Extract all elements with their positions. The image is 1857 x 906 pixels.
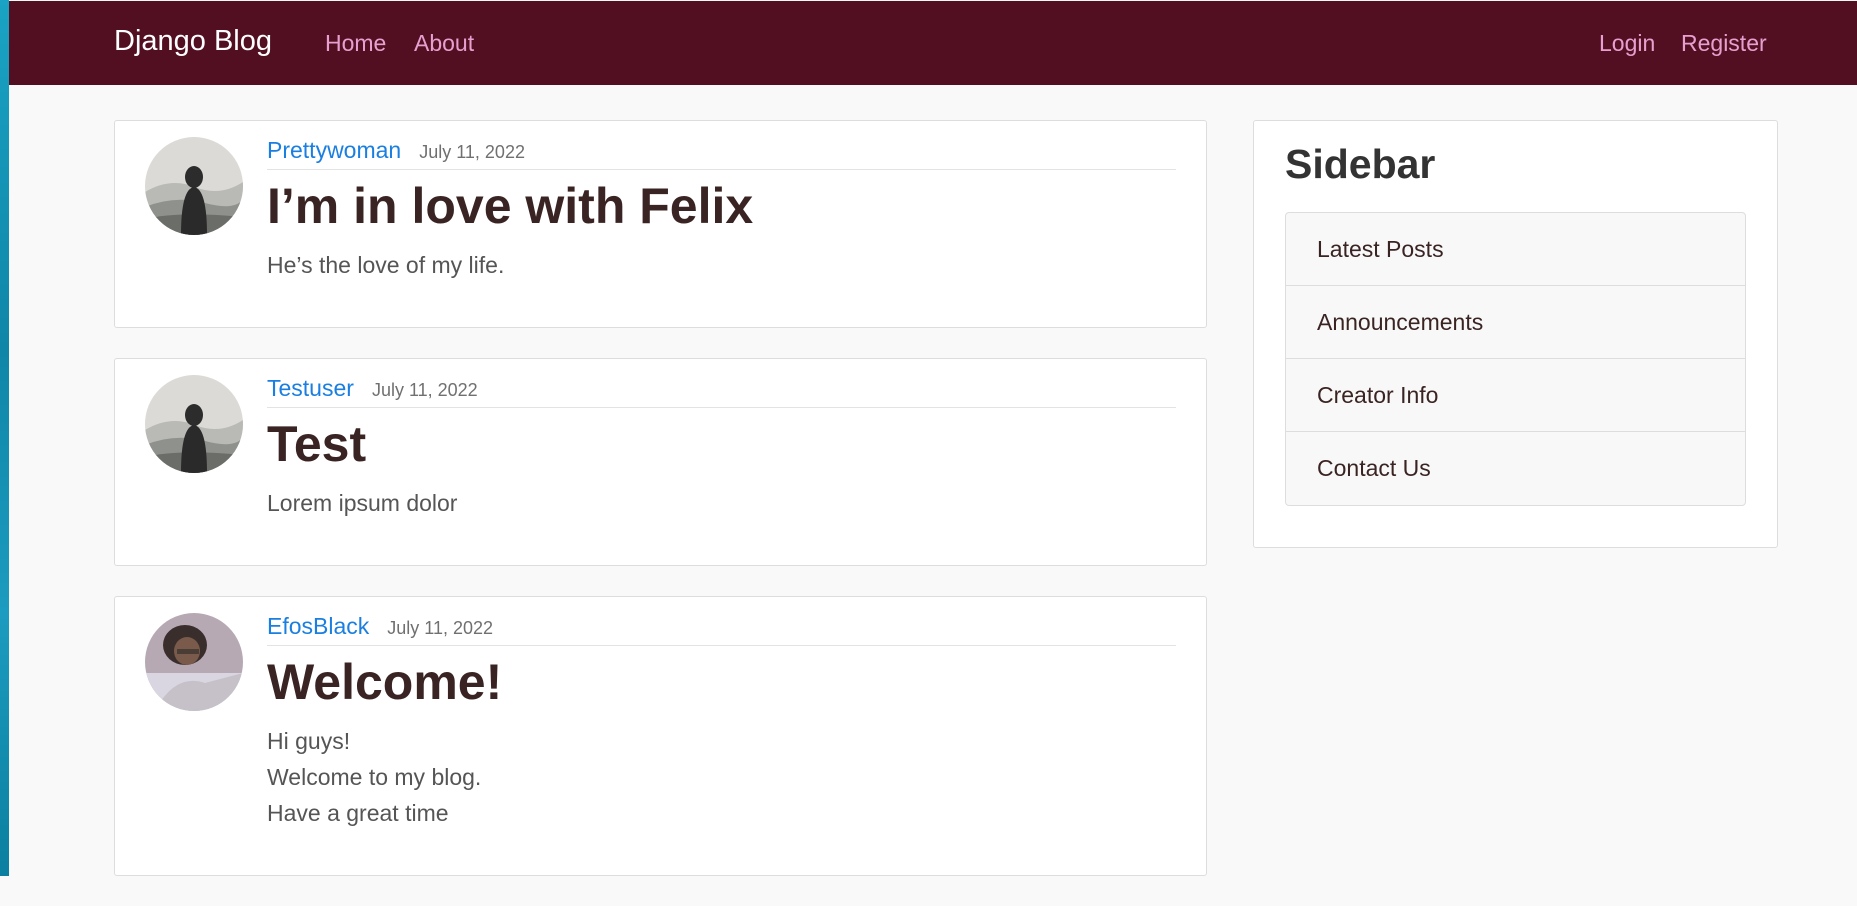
nav-login-link[interactable]: Login — [1599, 30, 1655, 57]
post-card: Prettywoman July 11, 2022 I’m in love wi… — [114, 120, 1207, 328]
post-date: July 11, 2022 — [371, 380, 478, 400]
post-author-link[interactable]: Prettywoman — [267, 137, 401, 164]
author-avatar — [145, 613, 243, 711]
nav-register-link[interactable]: Register — [1681, 30, 1767, 57]
post-card: Testuser July 11, 2022 Test Lorem ipsum … — [114, 358, 1207, 566]
sidebar-item-announcements[interactable]: Announcements — [1286, 286, 1745, 359]
author-avatar — [145, 375, 243, 473]
post-title-link[interactable]: Welcome! — [267, 656, 1176, 709]
brand-link[interactable]: Django Blog — [114, 25, 272, 58]
post-meta: Prettywoman July 11, 2022 — [267, 137, 1176, 170]
top-navbar: Django Blog Home About Login Register — [9, 1, 1857, 85]
post-meta: EfosBlack July 11, 2022 — [267, 613, 1176, 646]
sidebar-item-latest-posts[interactable]: Latest Posts — [1286, 213, 1745, 286]
nav-about-link[interactable]: About — [414, 30, 474, 57]
post-content-line: Hi guys! — [267, 727, 351, 754]
post-title-link[interactable]: I’m in love with Felix — [267, 180, 1176, 233]
sidebar-list: Latest Posts Announcements Creator Info … — [1285, 212, 1746, 506]
post-meta: Testuser July 11, 2022 — [267, 375, 1176, 408]
post-card: EfosBlack July 11, 2022 Welcome! Hi guys… — [114, 596, 1207, 876]
post-date: July 11, 2022 — [419, 142, 525, 162]
post-author-link[interactable]: Testuser — [267, 375, 354, 402]
post-author-link[interactable]: EfosBlack — [267, 613, 369, 640]
sidebar-title: Sidebar — [1285, 141, 1436, 187]
nav-home-link[interactable]: Home — [325, 30, 386, 57]
post-date: July 11, 2022 — [387, 618, 494, 638]
desktop-background-strip — [0, 0, 9, 876]
post-title-link[interactable]: Test — [267, 418, 1176, 471]
post-content-line: Welcome to my blog. — [267, 763, 482, 790]
post-content-line: Lorem ipsum dolor — [267, 489, 458, 516]
sidebar: Sidebar Latest Posts Announcements Creat… — [1253, 120, 1778, 548]
post-content-line: He’s the love of my life. — [267, 251, 505, 278]
author-avatar — [145, 137, 243, 235]
posts-column: Prettywoman July 11, 2022 I’m in love wi… — [114, 120, 1207, 906]
sidebar-item-contact-us[interactable]: Contact Us — [1286, 432, 1745, 505]
post-content-line: Have a great time — [267, 799, 449, 826]
sidebar-item-creator-info[interactable]: Creator Info — [1286, 359, 1745, 432]
